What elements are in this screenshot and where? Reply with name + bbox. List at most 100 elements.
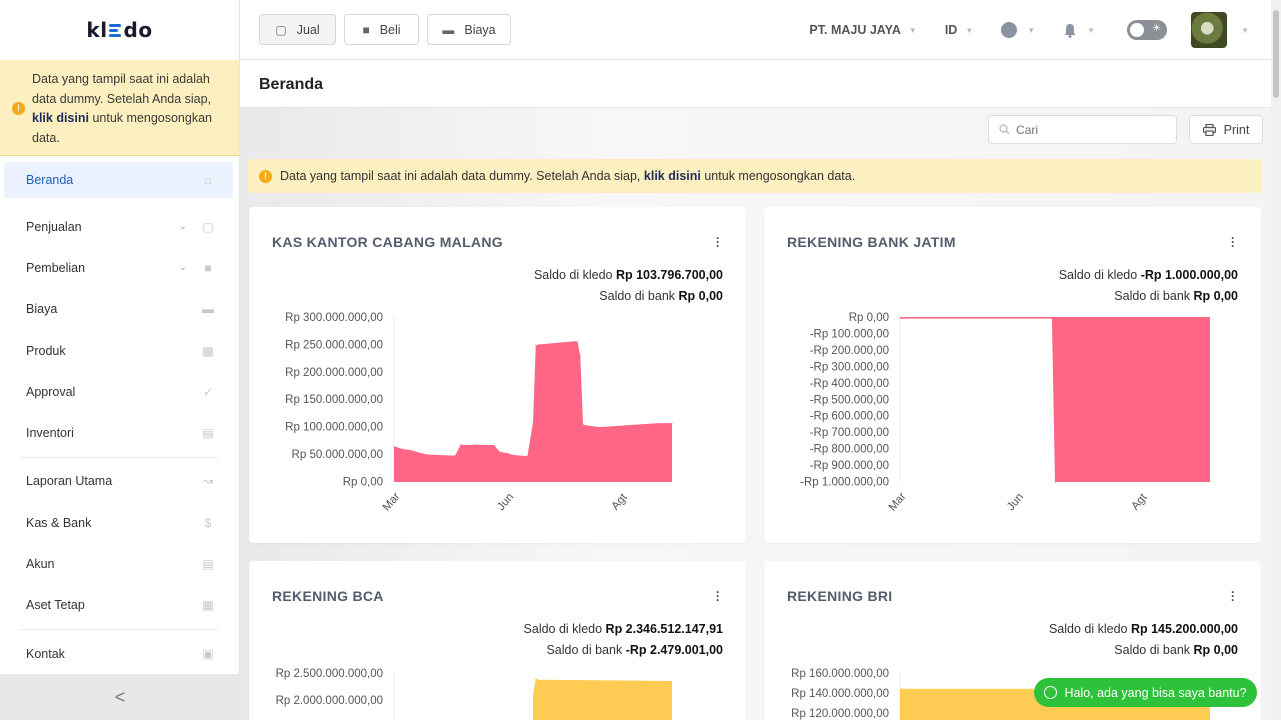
- saldo-kledo-value: -Rp 1.000.000,00: [1140, 268, 1238, 282]
- sidebar-item-label: Inventori: [26, 426, 74, 441]
- theme-toggle[interactable]: ☀: [1127, 20, 1168, 40]
- saldo-bank-value: Rp 0,00: [1193, 643, 1238, 657]
- more-options-icon[interactable]: · · ·: [1231, 586, 1235, 606]
- beli-button[interactable]: ■ Beli: [344, 14, 419, 45]
- x-tick-label: Jun: [495, 491, 516, 513]
- area-series[interactable]: [533, 678, 672, 720]
- box-icon: ▩: [202, 343, 214, 358]
- y-tick-label: Rp 250.000.000,00: [285, 339, 383, 351]
- y-tick-label: Rp 200.000.000,00: [285, 367, 383, 379]
- biaya-button[interactable]: ▬ Biaya: [427, 14, 511, 45]
- notice-text-start: Data yang tampil saat ini adalah data du…: [280, 169, 641, 183]
- sidebar-dummy-notice: ! Data yang tampil saat ini adalah data …: [0, 60, 239, 156]
- topbar: ▢ Jual ■ Beli ▬ Biaya PT. MAJU JAYA ▼ ID…: [240, 0, 1271, 60]
- sidebar-item-penjualan[interactable]: Penjualan ⌄ ▢: [0, 206, 239, 247]
- sidebar-item-label: Kas & Bank: [26, 515, 92, 530]
- y-tick-label: -Rp 600.000,00: [810, 411, 889, 423]
- more-options-icon[interactable]: · · ·: [716, 586, 720, 606]
- contact-card-icon: ▣: [202, 646, 214, 661]
- area-chart[interactable]: Rp 0,00 -Rp 100.000,00 -Rp 200.000,00 -Rp 3…: [787, 307, 1247, 527]
- saldo-kledo: Saldo di kledo Rp 103.796.700,00: [534, 268, 723, 282]
- sidebar-item-label: Penjualan: [26, 219, 82, 234]
- jual-button[interactable]: ▢ Jual: [259, 14, 336, 45]
- chart-icon: ↝: [202, 474, 214, 489]
- sidebar-item-kontak[interactable]: Kontak ▣: [0, 633, 239, 674]
- avatar[interactable]: [1191, 12, 1228, 48]
- bag-icon: ■: [204, 260, 212, 275]
- sidebar-item-laporan-utama[interactable]: Laporan Utama ↝: [0, 461, 239, 502]
- area-chart[interactable]: Rp 300.000.000,00 Rp 250.000.000,00 Rp 200…: [272, 307, 732, 527]
- sidebar-item-aset-tetap[interactable]: Aset Tetap ▦: [0, 585, 239, 626]
- saldo-bank: Saldo di bank Rp 0,00: [1114, 289, 1238, 303]
- data-point: [532, 422, 534, 424]
- area-chart[interactable]: Rp 2.500.000.000,00 Rp 2.000.000.000,00: [272, 661, 732, 720]
- kledo-logo[interactable]: kl do: [0, 0, 239, 60]
- sidebar-item-kas-bank[interactable]: Kas & Bank $: [0, 502, 239, 543]
- card-title: REKENING BANK JATIM: [787, 234, 956, 250]
- data-point: [574, 340, 576, 342]
- more-options-icon[interactable]: · · ·: [1231, 232, 1235, 252]
- sidebar-item-pembelian[interactable]: Pembelian ⌄ ■: [0, 247, 239, 288]
- notice-link[interactable]: klik disini: [644, 169, 701, 183]
- saldo-bank-label: Saldo di bank: [1114, 643, 1191, 657]
- sidebar-item-inventori[interactable]: Inventori ▤: [0, 412, 239, 453]
- warning-icon: !: [12, 102, 25, 115]
- scrollbar-thumb[interactable]: [1273, 10, 1279, 98]
- search-box[interactable]: [988, 115, 1177, 144]
- biaya-label: Biaya: [464, 22, 496, 37]
- data-point: [526, 455, 528, 457]
- data-point: [596, 426, 598, 428]
- whatsapp-icon: [1044, 686, 1058, 699]
- dummy-data-notice: ! Data yang tampil saat ini adalah data …: [248, 159, 1262, 193]
- basket-icon: ▢: [202, 219, 214, 234]
- bell-icon[interactable]: [1063, 23, 1077, 38]
- data-point: [426, 454, 428, 455]
- briefcase-icon: ▤: [202, 426, 214, 441]
- y-tick-label: -Rp 500.000,00: [810, 394, 889, 406]
- area-series[interactable]: [900, 317, 1210, 482]
- saldo-bank-value: Rp 0,00: [678, 289, 723, 303]
- data-point: [513, 454, 515, 456]
- saldo-kledo-value: Rp 2.346.512.147,91: [605, 622, 723, 636]
- caret-down-icon: ▼: [1241, 25, 1249, 35]
- sidebar-notice-text: Data yang tampil saat ini adalah data du…: [32, 72, 212, 106]
- search-input[interactable]: [1016, 122, 1166, 137]
- data-point: [582, 424, 584, 426]
- sidebar-notice-link[interactable]: klik disini: [32, 111, 89, 125]
- data-point: [535, 678, 537, 679]
- page-scrollbar[interactable]: [1271, 0, 1281, 720]
- data-point: [538, 344, 540, 345]
- y-tick-label: Rp 100.000.000,00: [285, 422, 383, 434]
- printer-icon: [1202, 123, 1216, 136]
- x-tick-label: Mar: [381, 491, 403, 514]
- sidebar-item-produk[interactable]: Produk ▩: [0, 330, 239, 371]
- whatsapp-chat-button[interactable]: Halo, ada yang bisa saya bantu?: [1034, 678, 1257, 707]
- caret-down-icon: ▼: [965, 25, 974, 35]
- sidebar-item-biaya[interactable]: Biaya ▬: [0, 289, 239, 330]
- toggle-knob: [1130, 23, 1145, 37]
- caret-down-icon: ▼: [908, 25, 917, 35]
- print-button[interactable]: Print: [1189, 115, 1263, 144]
- sidebar-item-beranda[interactable]: Beranda ⌂: [4, 162, 233, 198]
- clock-icon[interactable]: [1001, 22, 1018, 38]
- more-options-icon[interactable]: · · ·: [716, 232, 720, 252]
- sidebar-collapse-button[interactable]: <: [0, 674, 240, 720]
- language-selector[interactable]: ID: [945, 23, 958, 37]
- data-point: [671, 422, 673, 424]
- saldo-bank-value: Rp 0,00: [1193, 289, 1238, 303]
- saldo-kledo: Saldo di kledo Rp 145.200.000,00: [1049, 622, 1238, 636]
- company-selector[interactable]: PT. MAJU JAYA: [809, 23, 900, 37]
- home-icon: ⌂: [204, 173, 212, 187]
- sidebar-item-label: Laporan Utama: [26, 474, 113, 489]
- area-series[interactable]: [394, 341, 672, 482]
- chart-card-bca: REKENING BCA · · · Saldo di kledo Rp 2.346…: [249, 561, 746, 720]
- data-point: [899, 318, 901, 320]
- sidebar-item-akun[interactable]: Akun ▤: [0, 543, 239, 584]
- sidebar-item-label: Approval: [26, 384, 76, 399]
- bag-icon: ■: [362, 22, 370, 37]
- data-point: [1051, 318, 1053, 320]
- saldo-kledo-label: Saldo di kledo: [1058, 268, 1138, 282]
- sidebar-item-approval[interactable]: Approval ✓: [0, 371, 239, 412]
- card-title: KAS KANTOR CABANG MALANG: [272, 234, 503, 250]
- saldo-bank: Saldo di bank Rp 0,00: [599, 289, 723, 303]
